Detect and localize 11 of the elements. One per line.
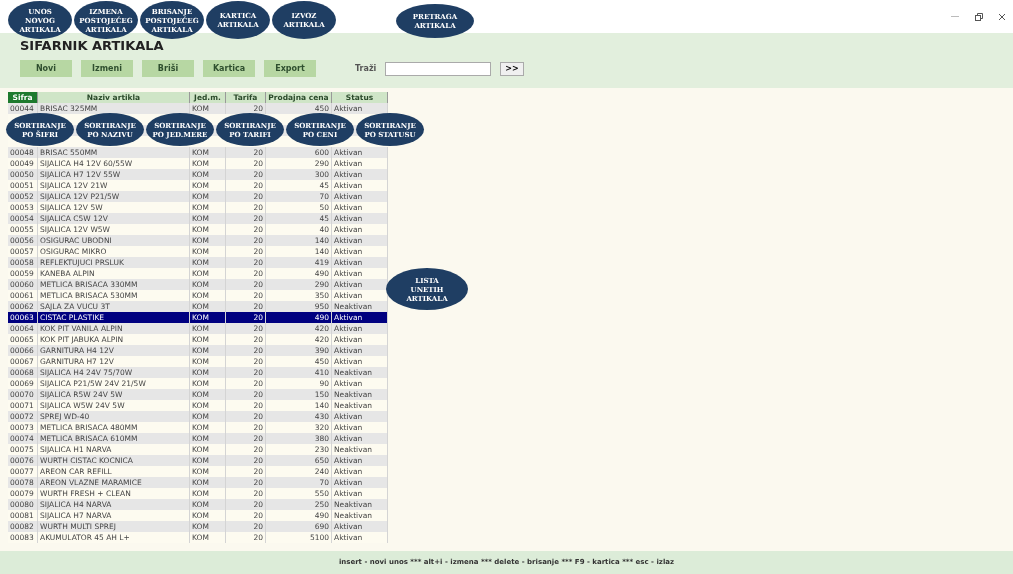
toolbar-button[interactable]: Briši [142,60,194,77]
search-button[interactable]: >> [500,61,524,76]
close-icon[interactable] [999,13,1005,20]
page-title: SIFARNIK ARTIKALA [20,39,165,53]
toolbar-button[interactable]: Izmeni [81,60,133,77]
search-field[interactable] [385,61,492,76]
toolbar-button[interactable]: Novi [20,60,72,77]
search-label: Traži [355,62,377,75]
toolbar-button[interactable]: Export [264,60,316,77]
restore-icon[interactable] [975,12,983,21]
toolbar-button[interactable]: Kartica [203,60,255,77]
